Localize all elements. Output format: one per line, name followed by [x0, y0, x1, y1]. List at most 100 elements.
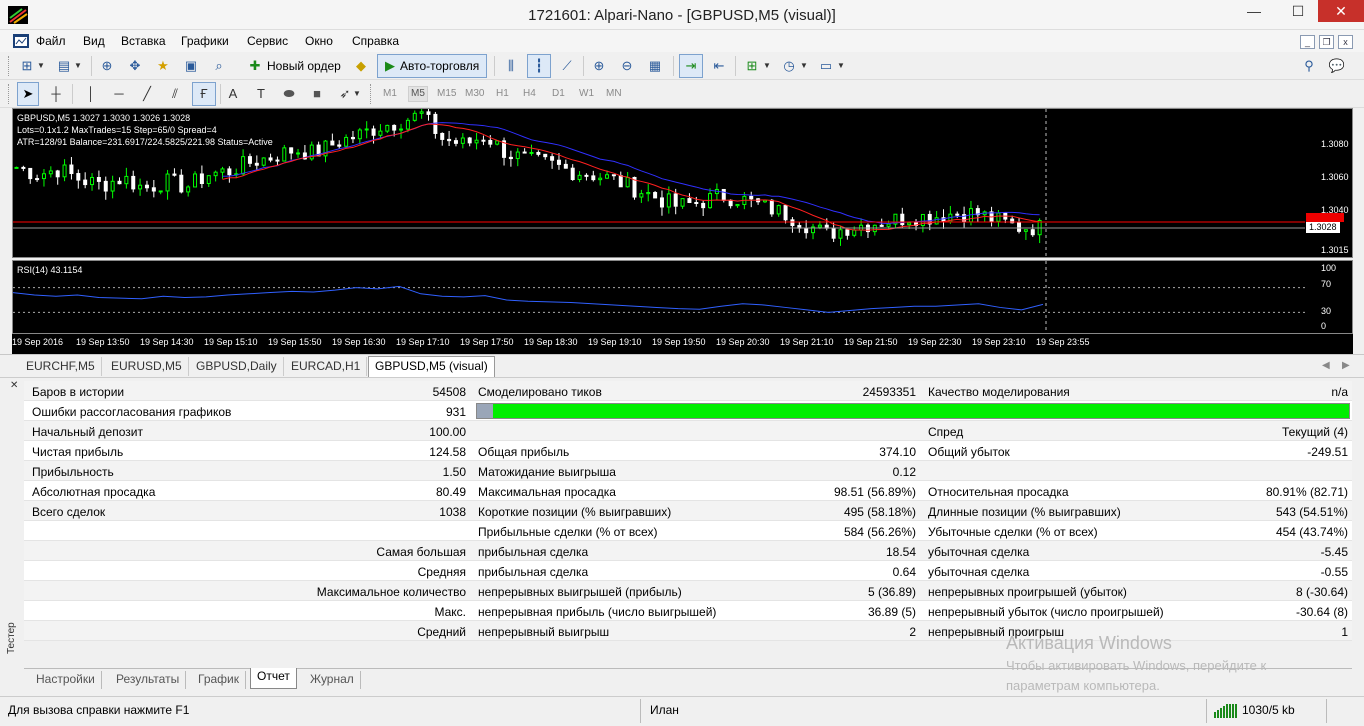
- chevron-down-icon[interactable]: ▼: [836, 57, 846, 75]
- rsi-indicator-chart[interactable]: RSI(14) 43.1154 100 70 30 0: [12, 260, 1353, 334]
- candle-body: [618, 175, 623, 188]
- line-chart-icon[interactable]: ⟋: [558, 57, 576, 75]
- maximize-button[interactable]: ☐: [1276, 0, 1320, 22]
- report-cell-c3: Общий убыток: [928, 445, 1010, 459]
- candle-body: [405, 119, 410, 130]
- vertical-line-icon[interactable]: │: [82, 85, 100, 103]
- timeframe-m30[interactable]: M30: [465, 88, 484, 99]
- chart-tab-gbpusd-visual[interactable]: GBPUSD,M5 (visual): [368, 356, 495, 377]
- zoom-out-icon[interactable]: ⊖: [618, 57, 636, 75]
- search-icon[interactable]: ⚲: [1300, 57, 1318, 75]
- timeframe-mn[interactable]: MN: [606, 88, 622, 99]
- chevron-left-icon[interactable]: ◀: [1322, 360, 1330, 371]
- auto-scroll-icon[interactable]: ⇥: [679, 54, 703, 78]
- candle-body: [680, 198, 685, 207]
- new-chart-icon[interactable]: ⊞: [18, 57, 36, 75]
- chevron-down-icon[interactable]: ▼: [762, 57, 772, 75]
- templates-icon[interactable]: ▭: [817, 57, 835, 75]
- menu-help[interactable]: Справка: [352, 34, 399, 48]
- close-button[interactable]: ✕: [1318, 0, 1364, 22]
- timeframe-h1[interactable]: H1: [496, 88, 509, 99]
- menu-file[interactable]: Файл: [36, 34, 66, 48]
- candle-body: [364, 128, 369, 131]
- windows-activation-text: Чтобы активировать Windows, перейдите к: [1006, 658, 1267, 673]
- text-label-icon[interactable]: T: [252, 85, 270, 103]
- toolbar-grip[interactable]: [8, 84, 11, 104]
- new-order-button[interactable]: ✚ Новый ордер: [242, 54, 346, 78]
- auto-trading-button[interactable]: ▶ Авто-торговля: [377, 54, 487, 78]
- timeframe-h4[interactable]: H4: [523, 88, 536, 99]
- strategy-tester-icon[interactable]: ⌕: [210, 57, 228, 75]
- chevron-down-icon[interactable]: ▼: [36, 57, 46, 75]
- market-watch-icon[interactable]: ⊕: [98, 57, 116, 75]
- bar-chart-icon[interactable]: ⫼: [502, 57, 520, 75]
- chevron-down-icon[interactable]: ▼: [352, 85, 362, 103]
- tester-close-icon[interactable]: ✕: [10, 380, 18, 391]
- crosshair-tool-icon[interactable]: ┼: [47, 85, 65, 103]
- mdi-restore-button[interactable]: ❐: [1319, 35, 1334, 49]
- rsi-line: [13, 285, 1044, 313]
- crosshair-icon[interactable]: ✥: [126, 57, 144, 75]
- navigator-icon[interactable]: ★: [154, 57, 172, 75]
- chat-icon[interactable]: 💬: [1328, 57, 1346, 75]
- channel-icon[interactable]: ⫽: [166, 85, 184, 103]
- time-label: 19 Sep 14:30: [140, 337, 194, 347]
- toolbar-grip[interactable]: [370, 84, 373, 104]
- chart-shift-icon[interactable]: ⇤: [710, 57, 728, 75]
- candle-body: [247, 156, 252, 164]
- chevron-down-icon[interactable]: ▼: [73, 57, 83, 75]
- menu-view[interactable]: Вид: [83, 34, 105, 48]
- timeframe-m5[interactable]: M5: [408, 86, 428, 102]
- tab-report[interactable]: Отчет: [250, 668, 297, 689]
- indicators-icon[interactable]: ⊞: [743, 57, 761, 75]
- menu-charts[interactable]: Графики: [181, 34, 229, 48]
- candle-body: [453, 140, 458, 144]
- profiles-icon[interactable]: ▤: [55, 57, 73, 75]
- connection-status-icon[interactable]: [1214, 704, 1238, 718]
- fibonacci-icon[interactable]: Ғ: [192, 82, 216, 106]
- time-label: 19 Sep 16:30: [332, 337, 386, 347]
- cursor-icon[interactable]: ➤: [17, 82, 39, 106]
- menu-tools[interactable]: Сервис: [247, 34, 288, 48]
- chart-tab-eurusd[interactable]: EURUSD,M5: [105, 357, 189, 376]
- horizontal-line-icon[interactable]: ─: [110, 85, 128, 103]
- chevron-right-icon[interactable]: ▶: [1342, 360, 1350, 371]
- report-cell-c3: Длинные позиции (% выигравших): [928, 505, 1121, 519]
- tab-graph[interactable]: График: [192, 671, 246, 689]
- candlestick-icon[interactable]: ┇: [527, 54, 551, 78]
- report-row: Самая большая прибыльная сделка 18.54 убыто…: [24, 541, 1352, 561]
- chart-tab-gbpusd-daily[interactable]: GBPUSD,Daily: [190, 357, 284, 376]
- candle-body: [508, 156, 513, 160]
- terminal-icon[interactable]: ▣: [182, 57, 200, 75]
- mdi-minimize-button[interactable]: _: [1300, 35, 1315, 49]
- periods-icon[interactable]: ◷: [780, 57, 798, 75]
- timeframe-m15[interactable]: M15: [437, 88, 456, 99]
- chart-tabs: EURCHF,M5 EURUSD,M5 GBPUSD,Daily EURCAD,…: [0, 354, 1364, 377]
- tab-journal[interactable]: Журнал: [304, 671, 361, 689]
- trendline-icon[interactable]: ╱: [138, 85, 156, 103]
- price-chart[interactable]: GBPUSD,M5 1.3027 1.3030 1.3026 1.3028 Lo…: [12, 108, 1353, 258]
- rectangle-icon[interactable]: ■: [308, 85, 326, 103]
- time-label: 19 Sep 19:50: [652, 337, 706, 347]
- zoom-in-icon[interactable]: ⊕: [590, 57, 608, 75]
- rsi-canvas: [13, 261, 1305, 333]
- report-cell-v3: 1: [1341, 625, 1348, 639]
- timeframe-d1[interactable]: D1: [552, 88, 565, 99]
- chart-tab-eurcad[interactable]: EURCAD,H1: [285, 357, 368, 376]
- metaeditor-icon[interactable]: ◆: [352, 57, 370, 75]
- timeframe-w1[interactable]: W1: [579, 88, 594, 99]
- candle-body: [495, 140, 500, 145]
- mdi-close-button[interactable]: x: [1338, 35, 1353, 49]
- menu-window[interactable]: Окно: [305, 34, 333, 48]
- menu-insert[interactable]: Вставка: [121, 34, 166, 48]
- chevron-down-icon[interactable]: ▼: [799, 57, 809, 75]
- ellipse-icon[interactable]: ⬬: [280, 85, 298, 103]
- tile-windows-icon[interactable]: ▦: [646, 57, 664, 75]
- toolbar-grip[interactable]: [8, 56, 11, 76]
- chart-tab-eurchf[interactable]: EURCHF,M5: [20, 357, 102, 376]
- minimize-button[interactable]: —: [1232, 0, 1276, 22]
- text-icon[interactable]: A: [224, 85, 242, 103]
- tab-settings[interactable]: Настройки: [30, 671, 102, 689]
- timeframe-m1[interactable]: M1: [383, 88, 397, 99]
- tab-results[interactable]: Результаты: [110, 671, 187, 689]
